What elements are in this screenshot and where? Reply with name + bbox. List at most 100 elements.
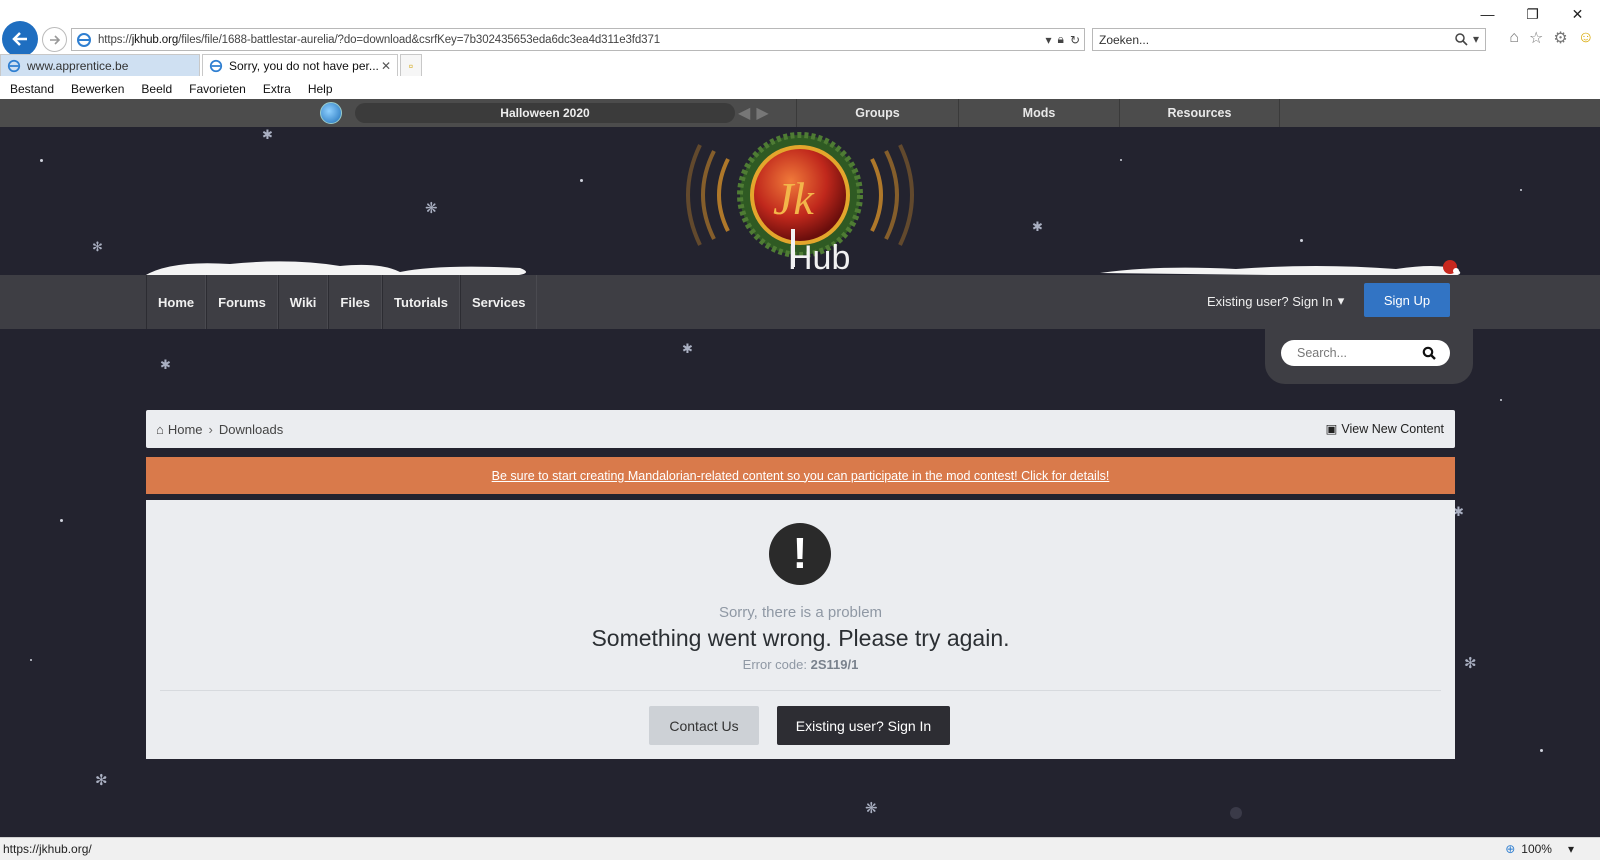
view-new-content-link[interactable]: ▣ View New Content	[1325, 421, 1444, 437]
snowflake-icon: ✻	[95, 772, 108, 789]
ie-favicon-icon	[7, 59, 21, 72]
svg-text:Jk: Jk	[773, 173, 815, 224]
home-icon: ⌂	[156, 421, 164, 437]
gear-icon[interactable]: ⚙	[1553, 28, 1567, 48]
error-code: Error code: 2S119/1	[146, 657, 1455, 672]
snow-dot	[1120, 159, 1122, 161]
signin-label: Existing user? Sign In	[1207, 293, 1333, 309]
forward-button[interactable]	[42, 27, 67, 52]
restore-icon[interactable]: ❐	[1510, 0, 1555, 28]
minimize-icon[interactable]: —	[1465, 0, 1510, 28]
new-tab-icon: ▫	[408, 58, 414, 73]
announcement-banner: Be sure to start creating Mandalorian-re…	[146, 457, 1455, 494]
slider-next-icon[interactable]: ▶	[756, 103, 768, 123]
close-tab-icon[interactable]: ✕	[381, 59, 391, 73]
nav-forums[interactable]: Forums	[206, 275, 278, 329]
snow-dot	[1300, 239, 1303, 242]
favorites-star-icon[interactable]: ☆	[1529, 28, 1543, 48]
search-icon[interactable]	[1422, 346, 1436, 360]
zoom-level: 100%	[1521, 842, 1552, 856]
menu-beeld[interactable]: Beeld	[141, 82, 172, 96]
new-tab-button[interactable]: ▫	[400, 54, 422, 76]
snowflake-icon: ✻	[1464, 655, 1477, 672]
contact-us-label: Contact Us	[669, 717, 739, 734]
error-signin-button[interactable]: Existing user? Sign In	[777, 706, 950, 745]
breadcrumb-home[interactable]: Home	[168, 422, 203, 437]
nav-tutorials[interactable]: Tutorials	[382, 275, 460, 329]
main-navbar: Home Forums Wiki Files Tutorials Service…	[0, 275, 1600, 329]
browser-search-field[interactable]: Zoeken... ▾	[1092, 28, 1486, 51]
arrow-left-icon	[12, 32, 27, 46]
chevron-down-icon: ▾	[1567, 842, 1574, 856]
snow-dot	[40, 159, 43, 162]
nav-home[interactable]: Home	[146, 275, 207, 329]
ie-favicon-icon	[209, 59, 223, 72]
tab-apprentice[interactable]: www.apprentice.be	[0, 54, 200, 76]
contact-us-button[interactable]: Contact Us	[649, 706, 759, 745]
snowflake-icon: ✱	[262, 127, 273, 142]
jkhub-mini-logo-icon[interactable]	[320, 102, 342, 124]
chevron-down-icon[interactable]: ▾	[1473, 32, 1479, 46]
browser-toolbar: ⌂ ☆ ⚙ ☺	[1509, 28, 1594, 48]
snowflake-icon: ✻	[92, 239, 103, 254]
dropdown-icon[interactable]: ▾	[1046, 33, 1052, 47]
url-text: https://jkhub.org/files/file/1688-battle…	[98, 33, 661, 46]
close-window-icon[interactable]: ✕	[1555, 0, 1600, 28]
topbar-mods[interactable]: Mods	[958, 99, 1119, 127]
snow-dot	[1230, 807, 1242, 819]
menu-bestand[interactable]: Bestand	[10, 82, 54, 96]
ie-favicon-icon	[77, 32, 91, 47]
lock-icon[interactable]: 🔒︎	[1058, 32, 1064, 47]
site-logo[interactable]: Jk Hub	[670, 129, 930, 277]
signin-dropdown[interactable]: Existing user? Sign In ▾	[1207, 293, 1344, 309]
error-code-label: Error code:	[742, 657, 807, 672]
slider-title: Halloween 2020	[500, 106, 590, 120]
zoom-magnifier-icon: ⊕	[1505, 842, 1516, 856]
error-code-value: 2S119/1	[810, 657, 859, 672]
refresh-icon[interactable]: ↻	[1070, 33, 1080, 47]
menu-favorieten[interactable]: Favorieten	[189, 82, 246, 96]
browser-search-placeholder: Zoeken...	[1099, 32, 1150, 47]
nav-files[interactable]: Files	[328, 275, 383, 329]
error-signin-label: Existing user? Sign In	[795, 717, 932, 734]
topbar-groups-label: Groups	[855, 106, 900, 120]
address-bar[interactable]: https://jkhub.org/files/file/1688-battle…	[71, 28, 1085, 51]
site-search-input[interactable]: Search...	[1281, 340, 1450, 366]
menu-bewerken[interactable]: Bewerken	[71, 82, 124, 96]
site-search-placeholder: Search...	[1297, 346, 1348, 360]
jkhub-logo-icon: Jk Hub	[686, 132, 914, 277]
view-new-content-label: View New Content	[1341, 421, 1444, 436]
menu-bar: Bestand Bewerken Beeld Favorieten Extra …	[0, 78, 333, 99]
nav-wiki[interactable]: Wiki	[277, 275, 329, 329]
status-bar: https://jkhub.org/ ⊕ 100% ▾	[0, 837, 1600, 860]
back-button[interactable]	[2, 21, 38, 57]
error-panel: ! Sorry, there is a problem Something we…	[146, 500, 1455, 759]
nav-services[interactable]: Services	[459, 275, 538, 329]
zoom-control[interactable]: ⊕ 100% ▾	[1505, 842, 1574, 856]
snow-dot	[60, 519, 63, 522]
status-url: https://jkhub.org/	[3, 842, 92, 856]
slider-prev-icon[interactable]: ◀	[738, 103, 750, 123]
topbar-groups[interactable]: Groups	[796, 99, 958, 127]
tab-strip: www.apprentice.be Sorry, you do not have…	[0, 54, 424, 76]
menu-help[interactable]: Help	[308, 82, 333, 96]
home-icon[interactable]: ⌂	[1509, 29, 1519, 47]
topbar-resources[interactable]: Resources	[1119, 99, 1280, 127]
tab-jkhub[interactable]: Sorry, you do not have per... ✕	[202, 54, 398, 76]
svg-text:Hub: Hub	[788, 239, 850, 274]
snowflake-icon: ❋	[425, 200, 438, 217]
newspaper-icon: ▣	[1325, 422, 1338, 436]
announcement-link[interactable]: Be sure to start creating Mandalorian-re…	[492, 469, 1110, 483]
smiley-feedback-icon[interactable]: ☺	[1578, 29, 1594, 47]
breadcrumb-downloads[interactable]: Downloads	[219, 422, 283, 437]
event-slider[interactable]: Halloween 2020	[355, 103, 735, 123]
signup-button[interactable]: Sign Up	[1364, 283, 1450, 317]
search-icon[interactable]	[1455, 32, 1468, 46]
menu-extra[interactable]: Extra	[263, 82, 291, 96]
arrow-right-icon	[49, 34, 60, 45]
window-controls: — ❐ ✕	[1465, 0, 1600, 28]
snow-dot	[30, 659, 32, 661]
snowflake-icon: ✱	[160, 357, 171, 372]
breadcrumb: ⌂ Home › Downloads ▣ View New Content	[146, 410, 1455, 448]
divider	[160, 690, 1441, 691]
